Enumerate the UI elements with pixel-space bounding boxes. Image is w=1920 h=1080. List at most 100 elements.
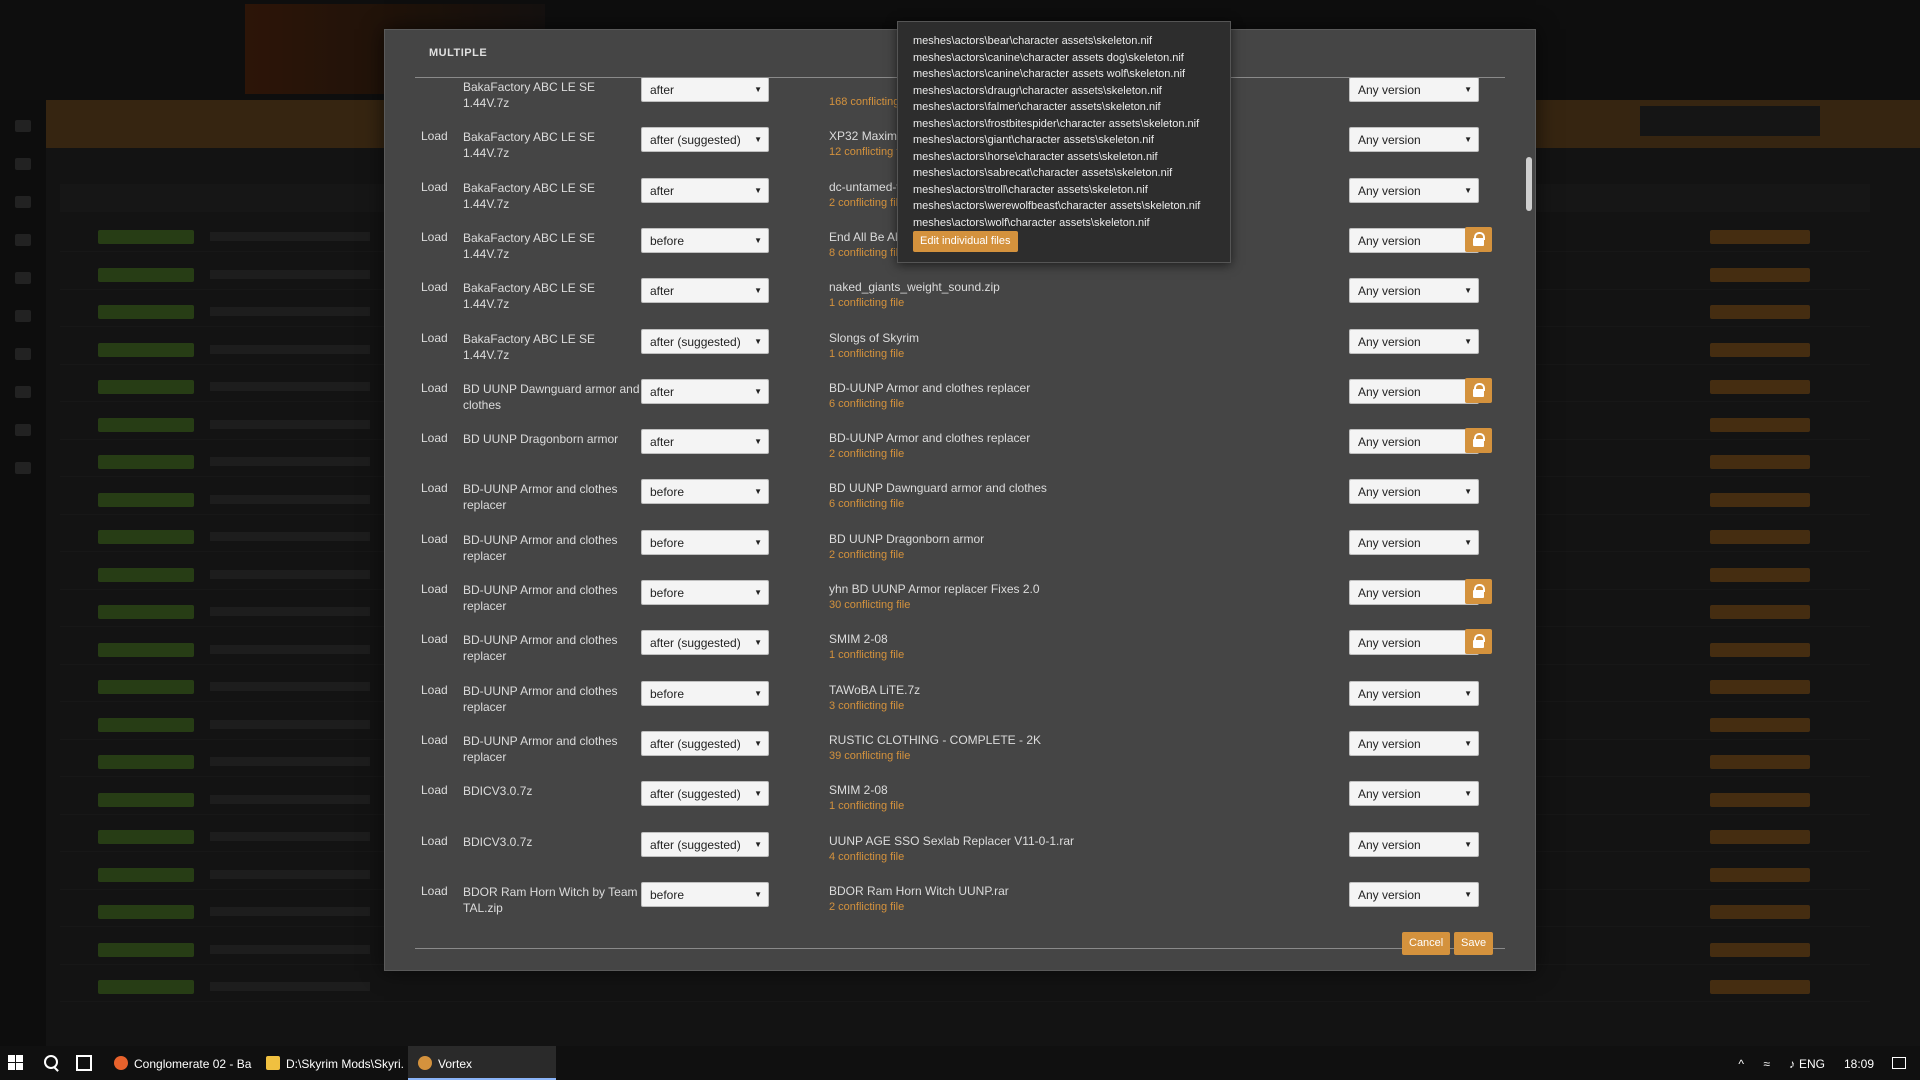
conflicting-file-count[interactable]: 1 conflicting file [829, 649, 904, 661]
search-icon[interactable] [42, 1054, 60, 1072]
conflicting-file-count[interactable]: 2 conflicting file [829, 901, 904, 913]
lock-icon[interactable] [1465, 629, 1492, 655]
relation-select[interactable]: after [641, 378, 769, 404]
relation-select[interactable]: after (suggested) [641, 328, 769, 354]
version-select[interactable]: Any version [1349, 580, 1479, 605]
rules-scrollbar[interactable] [1526, 157, 1532, 211]
rule-type: Load [421, 481, 448, 496]
relation-select[interactable]: after (suggested) [641, 730, 769, 756]
volume-icon[interactable]: ♪ [1789, 1057, 1795, 1071]
relation-select[interactable]: before [641, 680, 769, 706]
conflicting-file-count[interactable]: 30 conflicting file [829, 599, 910, 611]
conflicting-file-count[interactable]: 8 conflicting file [829, 247, 904, 259]
version-select[interactable]: Any version [1349, 429, 1479, 455]
conflicting-file-count[interactable]: 6 conflicting file [829, 498, 904, 510]
rule-row: Load BakaFactory ABC LE SE 1.44V.7z after n… [415, 273, 1505, 323]
relation-select[interactable]: after (suggested) [641, 127, 769, 153]
lock-icon[interactable] [1465, 428, 1492, 454]
relation-select[interactable]: after [641, 78, 769, 102]
relation-select[interactable]: after [641, 278, 769, 304]
relation-select[interactable]: before [641, 529, 769, 555]
edit-individual-files-button[interactable]: Edit individual files [913, 231, 1018, 252]
target-mod-name: UUNP AGE SSO Sexlab Replacer V11-0-1.rar [829, 833, 1074, 848]
relation-select[interactable]: after [641, 177, 769, 203]
conflicting-file-path: meshes\actors\troll\character assets\ske… [913, 183, 1148, 196]
source-mod-name: BD-UUNP Armor and clothes replacer [463, 733, 618, 764]
conflicting-file-count[interactable]: 39 conflicting file [829, 750, 910, 762]
relation-select[interactable]: before [641, 479, 769, 505]
version-select[interactable]: Any version [1349, 278, 1479, 304]
version-value: Any version [1358, 334, 1421, 349]
target-mod-name: SMIM 2-08 [829, 632, 888, 647]
relation-value: after [650, 435, 675, 450]
version-select[interactable]: Any version [1349, 630, 1479, 656]
version-select[interactable]: Any version [1349, 831, 1479, 857]
chevron-up-icon[interactable]: ^ [1738, 1057, 1744, 1071]
version-select[interactable]: Any version [1349, 227, 1479, 253]
vortex-icon [418, 1056, 432, 1070]
version-select[interactable]: Any version [1349, 730, 1479, 756]
version-value: Any version [1358, 736, 1421, 751]
lock-icon[interactable] [1465, 579, 1492, 604]
conflicting-files-popover: meshes\actors\bear\character assets\skel… [897, 21, 1231, 263]
rule-type: Load [421, 632, 448, 647]
version-select[interactable]: Any version [1349, 78, 1479, 102]
source-mod-name: BakaFactory ABC LE SE 1.44V.7z [463, 130, 596, 161]
cancel-button[interactable]: Cancel [1402, 932, 1451, 955]
version-select[interactable]: Any version [1349, 177, 1479, 203]
conflicting-file-count[interactable]: 4 conflicting file [829, 851, 904, 863]
task-view-icon[interactable] [76, 1055, 92, 1071]
language-indicator[interactable]: ENG [1799, 1057, 1825, 1071]
relation-select[interactable]: before [641, 227, 769, 253]
conflicting-file-path: meshes\actors\wolf\character assets\skel… [913, 216, 1150, 229]
rule-type: Load [421, 129, 448, 144]
version-select[interactable]: Any version [1349, 328, 1479, 354]
taskbar-app-firefox[interactable]: Conglomerate 02 - Ba... [104, 1046, 252, 1080]
lock-icon[interactable] [1465, 377, 1492, 403]
version-value: Any version [1358, 887, 1421, 902]
taskbar-app-vortex[interactable]: Vortex [408, 1046, 556, 1080]
conflicting-file-count[interactable]: 1 conflicting file [829, 297, 904, 309]
version-select[interactable]: Any version [1349, 781, 1479, 807]
rule-row: Load BD UUNP Dragonborn armor after BD-UUNP… [415, 424, 1505, 474]
windows-start-icon[interactable] [8, 1055, 24, 1071]
version-select[interactable]: Any version [1349, 378, 1479, 404]
relation-select[interactable]: after (suggested) [641, 831, 769, 857]
target-mod-name: Slongs of Skyrim [829, 330, 920, 345]
relation-select[interactable]: before [641, 881, 769, 907]
relation-value: after (suggested) [650, 334, 741, 349]
conflicting-file-count[interactable]: 3 conflicting file [829, 700, 904, 712]
version-select[interactable]: Any version [1349, 127, 1479, 153]
version-select[interactable]: Any version [1349, 680, 1479, 706]
conflicting-file-count[interactable]: 2 conflicting file [829, 197, 904, 209]
relation-select[interactable]: after [641, 429, 769, 455]
version-select[interactable]: Any version [1349, 529, 1479, 555]
clock[interactable]: 18:09 [1844, 1057, 1874, 1071]
lock-icon[interactable] [1465, 226, 1492, 252]
target-mod-name: BD UUNP Dragonborn armor [829, 531, 985, 546]
version-select[interactable]: Any version [1349, 881, 1479, 907]
version-value: Any version [1358, 586, 1421, 600]
version-value: Any version [1358, 233, 1421, 248]
rule-row: Load BD-UUNP Armor and clothes replacer be… [415, 575, 1505, 625]
conflicting-file-count[interactable]: 2 conflicting file [829, 448, 904, 460]
conflicting-file-count[interactable]: 1 conflicting file [829, 348, 904, 360]
conflicting-file-count[interactable]: 1 conflicting file [829, 800, 904, 812]
save-button[interactable]: Save [1454, 932, 1494, 955]
rule-type: Load [421, 682, 448, 697]
taskbar-app-explorer[interactable]: D:\Skyrim Mods\Skyri... [256, 1046, 404, 1080]
version-value: Any version [1358, 485, 1421, 500]
conflicting-file-count[interactable]: 6 conflicting file [829, 398, 904, 410]
relation-value: after (suggested) [650, 787, 741, 802]
network-icon[interactable]: ≈ [1763, 1057, 1770, 1071]
notification-icon[interactable] [1892, 1057, 1906, 1069]
conflicting-file-path: meshes\actors\falmer\character assets\sk… [913, 101, 1161, 113]
relation-select[interactable]: after (suggested) [641, 781, 769, 807]
version-value: Any version [1358, 837, 1421, 852]
version-select[interactable]: Any version [1349, 479, 1479, 505]
relation-value: before [650, 586, 685, 600]
conflicting-file-count[interactable]: 2 conflicting file [829, 549, 904, 561]
relation-select[interactable]: before [641, 580, 769, 605]
relation-select[interactable]: after (suggested) [641, 630, 769, 656]
conflicting-file-path: meshes\actors\canine\character assets do… [913, 51, 1184, 64]
